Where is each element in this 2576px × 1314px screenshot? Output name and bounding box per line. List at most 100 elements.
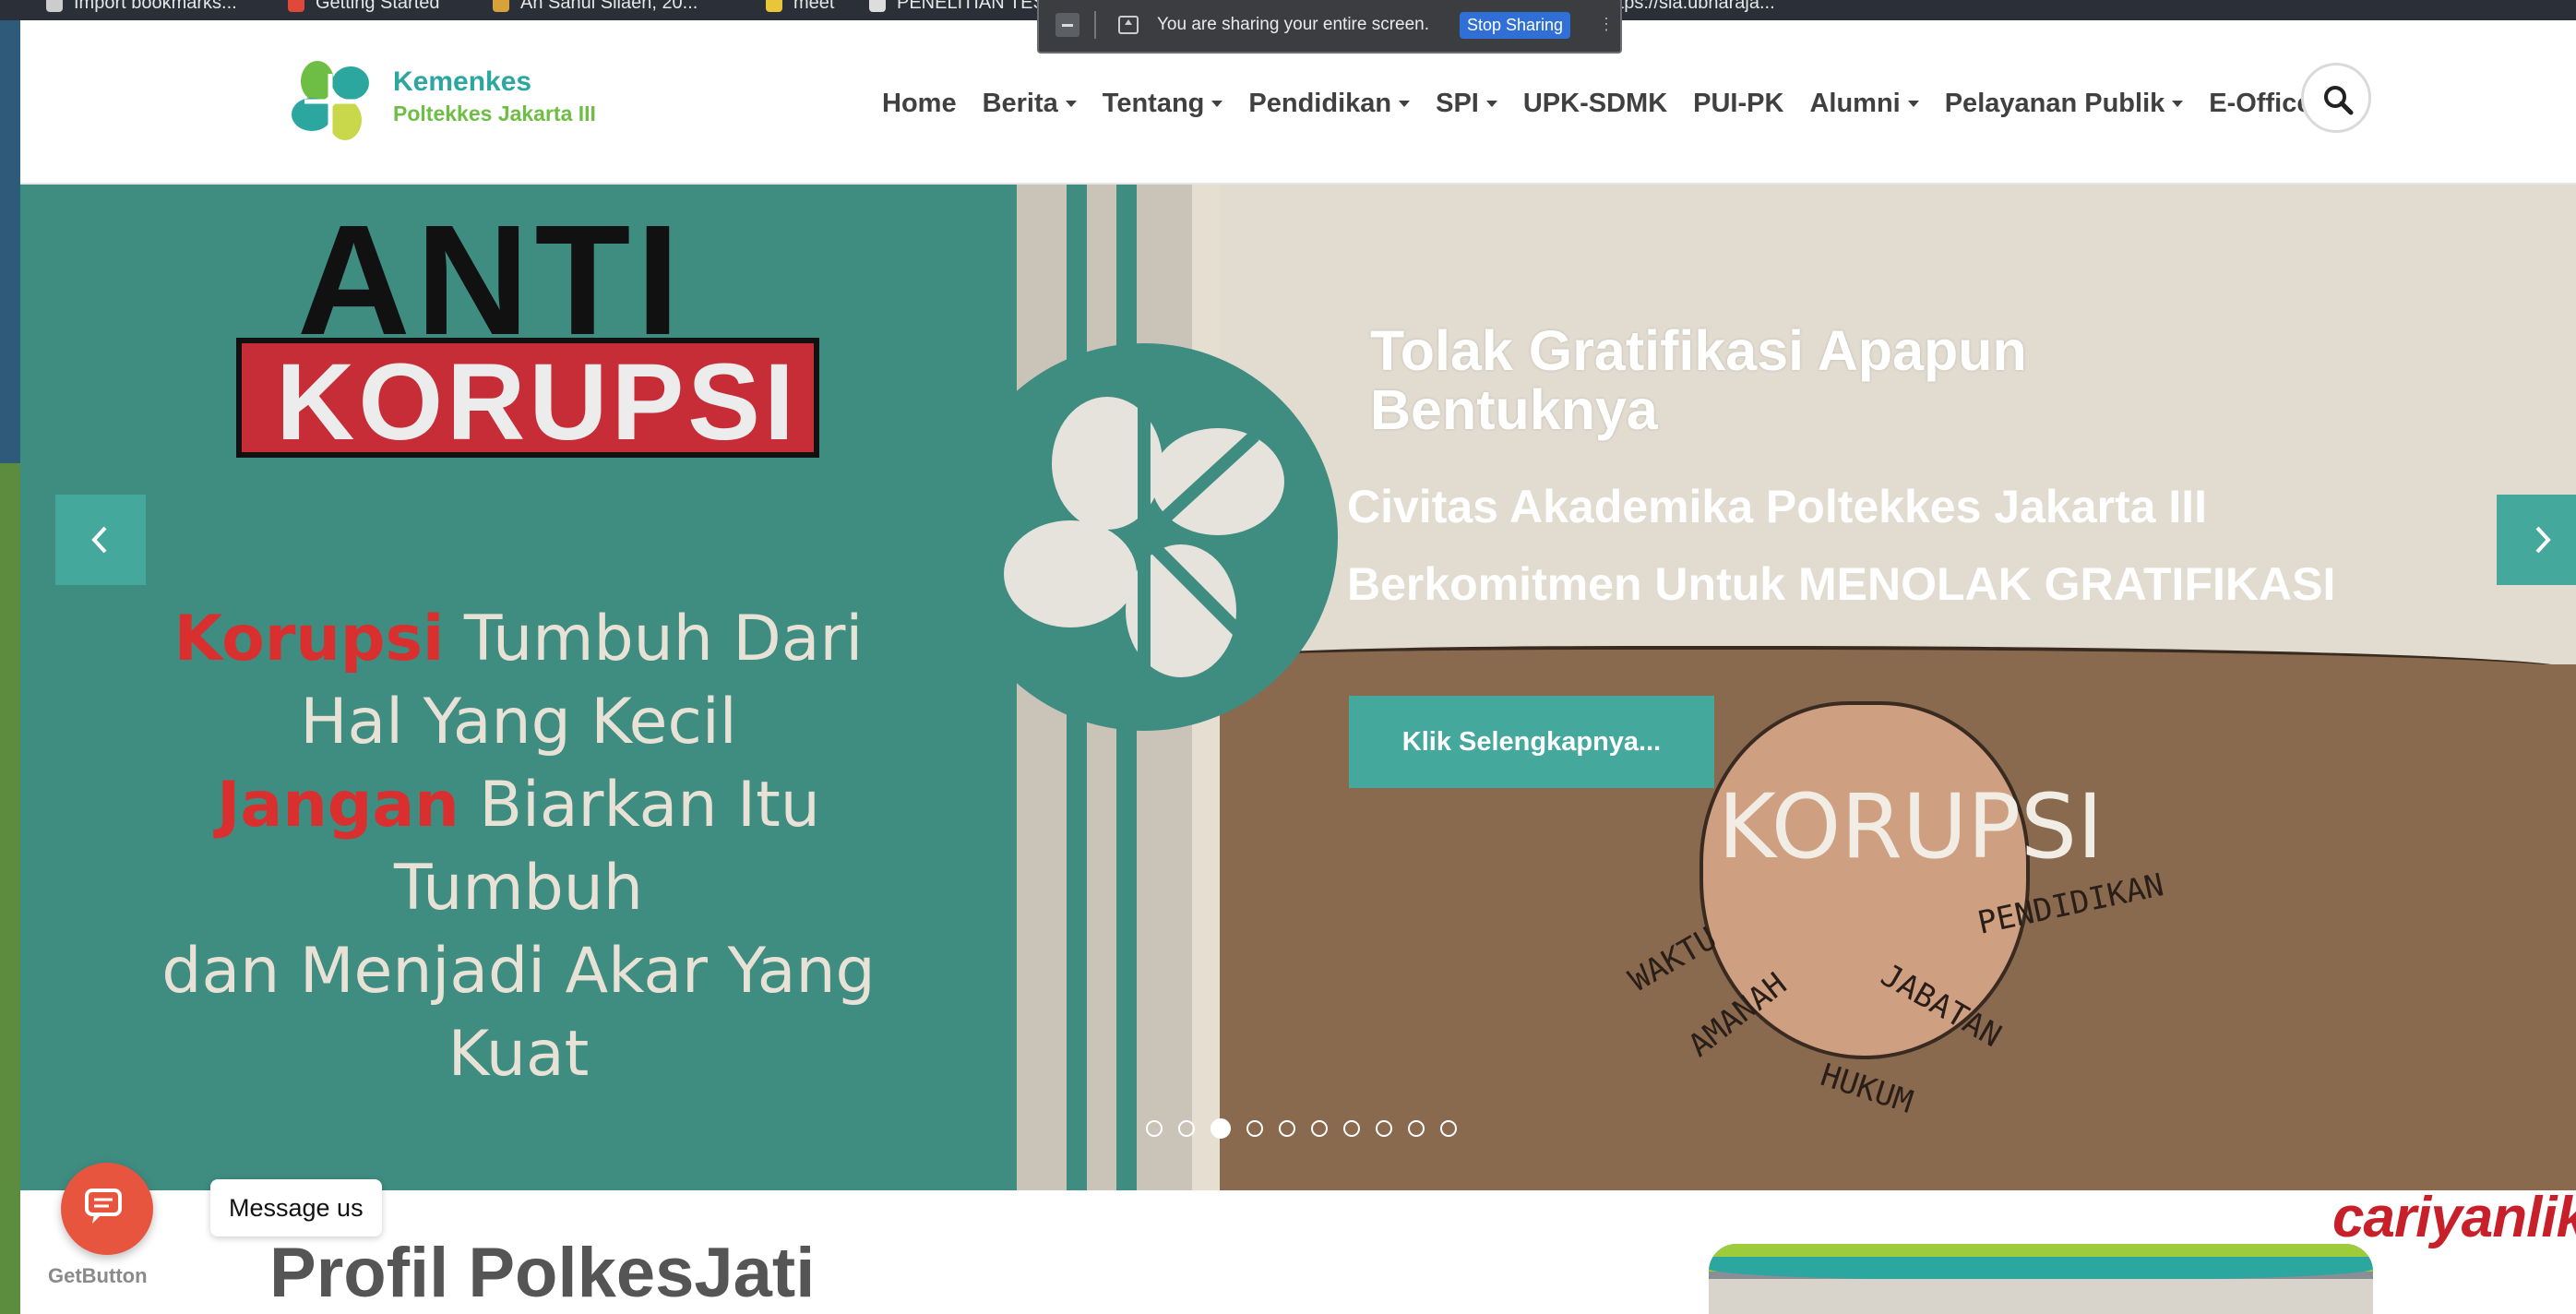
caret-down-icon <box>1065 100 1077 107</box>
nav-item-label: Berita <box>982 88 1058 118</box>
bookmark-label: An Sahul Silaeh, 20... <box>520 0 698 13</box>
nav-item-label: Home <box>882 88 957 118</box>
slogan-text: dan Menjadi Akar Yang Kuat <box>161 935 876 1091</box>
section-title: Profil PolkesJati <box>269 1234 816 1312</box>
nav-item-tentang[interactable]: Tentang <box>1103 89 1223 119</box>
nav-item-label: Tentang <box>1102 88 1205 118</box>
logo-title: Kemenkes <box>393 66 532 97</box>
slogan-highlight: Jangan <box>217 769 459 842</box>
drag-handle-icon[interactable]: ⋮ <box>1598 15 1615 34</box>
main-nav: Home Berita Tentang Pendidikan SPI UPK-SDMK PU… <box>882 85 2331 122</box>
slider-dot[interactable] <box>1440 1120 1457 1137</box>
nav-item-pendidikan[interactable]: Pendidikan <box>1248 88 1411 119</box>
slider-next-button[interactable] <box>2497 495 2576 585</box>
bookmark-favicon-icon <box>493 0 509 12</box>
slider-dot[interactable] <box>1279 1120 1295 1137</box>
stop-sharing-button[interactable]: Stop Sharing <box>1460 12 1571 39</box>
nav-item-spi[interactable]: SPI <box>1436 89 1497 119</box>
search-icon <box>2324 86 2354 115</box>
nav-item-label: Pelayanan Publik <box>1944 88 2165 118</box>
caret-down-icon <box>1907 100 1919 107</box>
chat-widget-button[interactable] <box>61 1163 153 1255</box>
slogan-text: Tumbuh Dari <box>444 603 864 675</box>
nav-item-alumni[interactable]: Alumni <box>1809 88 1919 119</box>
chat-bubbles-icon <box>85 1189 122 1224</box>
bookmark-item[interactable]: Getting Started <box>288 0 440 14</box>
slider-dot[interactable] <box>1408 1120 1425 1137</box>
slogan-line: Hal Yang Kecil <box>85 681 952 764</box>
share-icon <box>1118 16 1139 34</box>
slogan-line: Jangan Biarkan Itu Tumbuh <box>85 764 952 930</box>
slider-dot[interactable] <box>1246 1120 1263 1137</box>
caret-down-icon <box>1485 100 1497 107</box>
slide-line-1: Civitas Akademika Poltekkes Jakarta III <box>1347 481 2208 532</box>
slider-dot[interactable] <box>1210 1118 1231 1139</box>
slider-pagination <box>1146 1118 1457 1139</box>
anti-korupsi-panel: ANTI KORUPSI Korupsi Tumbuh Dari Hal Yang… <box>20 185 1017 1190</box>
nav-item-label: PUI-PK <box>1693 88 1784 118</box>
slide-title: Tolak Gratifikasi Apapun Bentuknya <box>1370 319 2027 441</box>
bookmark-item[interactable]: Import bookmarks... <box>46 0 237 14</box>
screen-share-bar: You are sharing your entire screen. Stop… <box>1037 0 1622 54</box>
emblem-circle <box>950 343 1338 731</box>
bookmark-label: meet <box>793 0 835 13</box>
building-wall <box>1709 1279 2373 1314</box>
slogan: Korupsi Tumbuh Dari Hal Yang Kecil Jangan … <box>85 598 952 1096</box>
site-logo[interactable]: Kemenkes Poltekkes Jakarta III <box>284 55 616 148</box>
slider-dot[interactable] <box>1178 1120 1195 1137</box>
nav-item-label: UPK-SDMK <box>1522 88 1668 118</box>
bookmark-label: https://sia.ubharaja... <box>1604 0 1775 13</box>
chevron-left-icon <box>91 526 107 554</box>
root-label: KORUPSI <box>1718 775 2104 878</box>
nav-item-home[interactable]: Home <box>882 89 957 119</box>
bookmark-label: Import bookmarks... <box>74 0 237 13</box>
nav-item-pui-pk[interactable]: PUI-PK <box>1693 89 1783 119</box>
caret-down-icon <box>2172 100 2184 107</box>
chevron-right-icon <box>2535 526 2551 554</box>
nav-item-label: Alumni <box>1809 88 1901 118</box>
slider-dot[interactable] <box>1146 1120 1163 1137</box>
slider-dot[interactable] <box>1376 1120 1392 1137</box>
cariyanlik-watermark: cariyanlik <box>2332 1186 2576 1249</box>
logo-subtitle: Poltekkes Jakarta III <box>393 102 596 125</box>
chat-widget-label[interactable]: Message us <box>210 1179 382 1236</box>
minimize-icon[interactable] <box>1055 13 1079 37</box>
read-more-button[interactable]: Klik Selengkapnya... <box>1349 696 1714 788</box>
bookmark-item[interactable]: PENELITIAN TESIS <box>869 0 1063 14</box>
bookmark-favicon-icon <box>288 0 304 12</box>
slider-dot[interactable] <box>1343 1120 1360 1137</box>
background-window-edge <box>0 20 20 1314</box>
building-image <box>1709 1244 2373 1314</box>
kemenkes-logo-icon <box>292 61 369 140</box>
slogan-highlight: Korupsi <box>173 603 445 675</box>
search-button[interactable] <box>2301 63 2371 133</box>
nav-item-pelayanan-publik[interactable]: Pelayanan Publik <box>1945 89 2184 119</box>
nav-item-berita[interactable]: Berita <box>983 89 1077 119</box>
slogan-line: Korupsi Tumbuh Dari <box>85 598 952 681</box>
bookmark-item[interactable]: An Sahul Silaeh, 20... <box>493 0 698 14</box>
building-roof-teal <box>1709 1257 2373 1281</box>
slider-prev-button[interactable] <box>55 495 146 585</box>
slogan-line: dan Menjadi Akar Yang Kuat <box>85 930 952 1096</box>
banner-korupsi: KORUPSI <box>276 341 798 463</box>
bookmark-item[interactable]: meet <box>766 0 834 14</box>
slider-dot[interactable] <box>1311 1120 1328 1137</box>
bookmark-label: Getting Started <box>316 0 440 13</box>
caret-down-icon <box>1211 100 1223 107</box>
hero-slider: KORUPSI WAKTU AMANAH JABATAN HUKUM PENDI… <box>20 185 2576 1190</box>
bookmark-favicon-icon <box>766 0 782 12</box>
nav-item-label: E-Office <box>2209 88 2312 118</box>
kemenkes-emblem-icon <box>1004 397 1284 677</box>
bookmark-favicon-icon <box>869 0 886 12</box>
getbutton-credit[interactable]: GetButton <box>48 1264 148 1288</box>
slide-line-2: Berkomitmen Untuk MENOLAK GRATIFIKASI <box>1347 558 2336 610</box>
nav-item-upk-sdmk[interactable]: UPK-SDMK <box>1523 89 1667 119</box>
bookmark-favicon-icon <box>46 0 63 12</box>
slogan-text: Hal Yang Kecil <box>300 686 737 759</box>
caret-down-icon <box>1399 100 1411 107</box>
nav-item-label: Pendidikan <box>1248 88 1392 118</box>
divider <box>1094 11 1096 39</box>
share-message: You are sharing your entire screen. <box>1157 15 1430 34</box>
nav-item-label: SPI <box>1436 88 1479 118</box>
background-window-top <box>0 20 20 463</box>
